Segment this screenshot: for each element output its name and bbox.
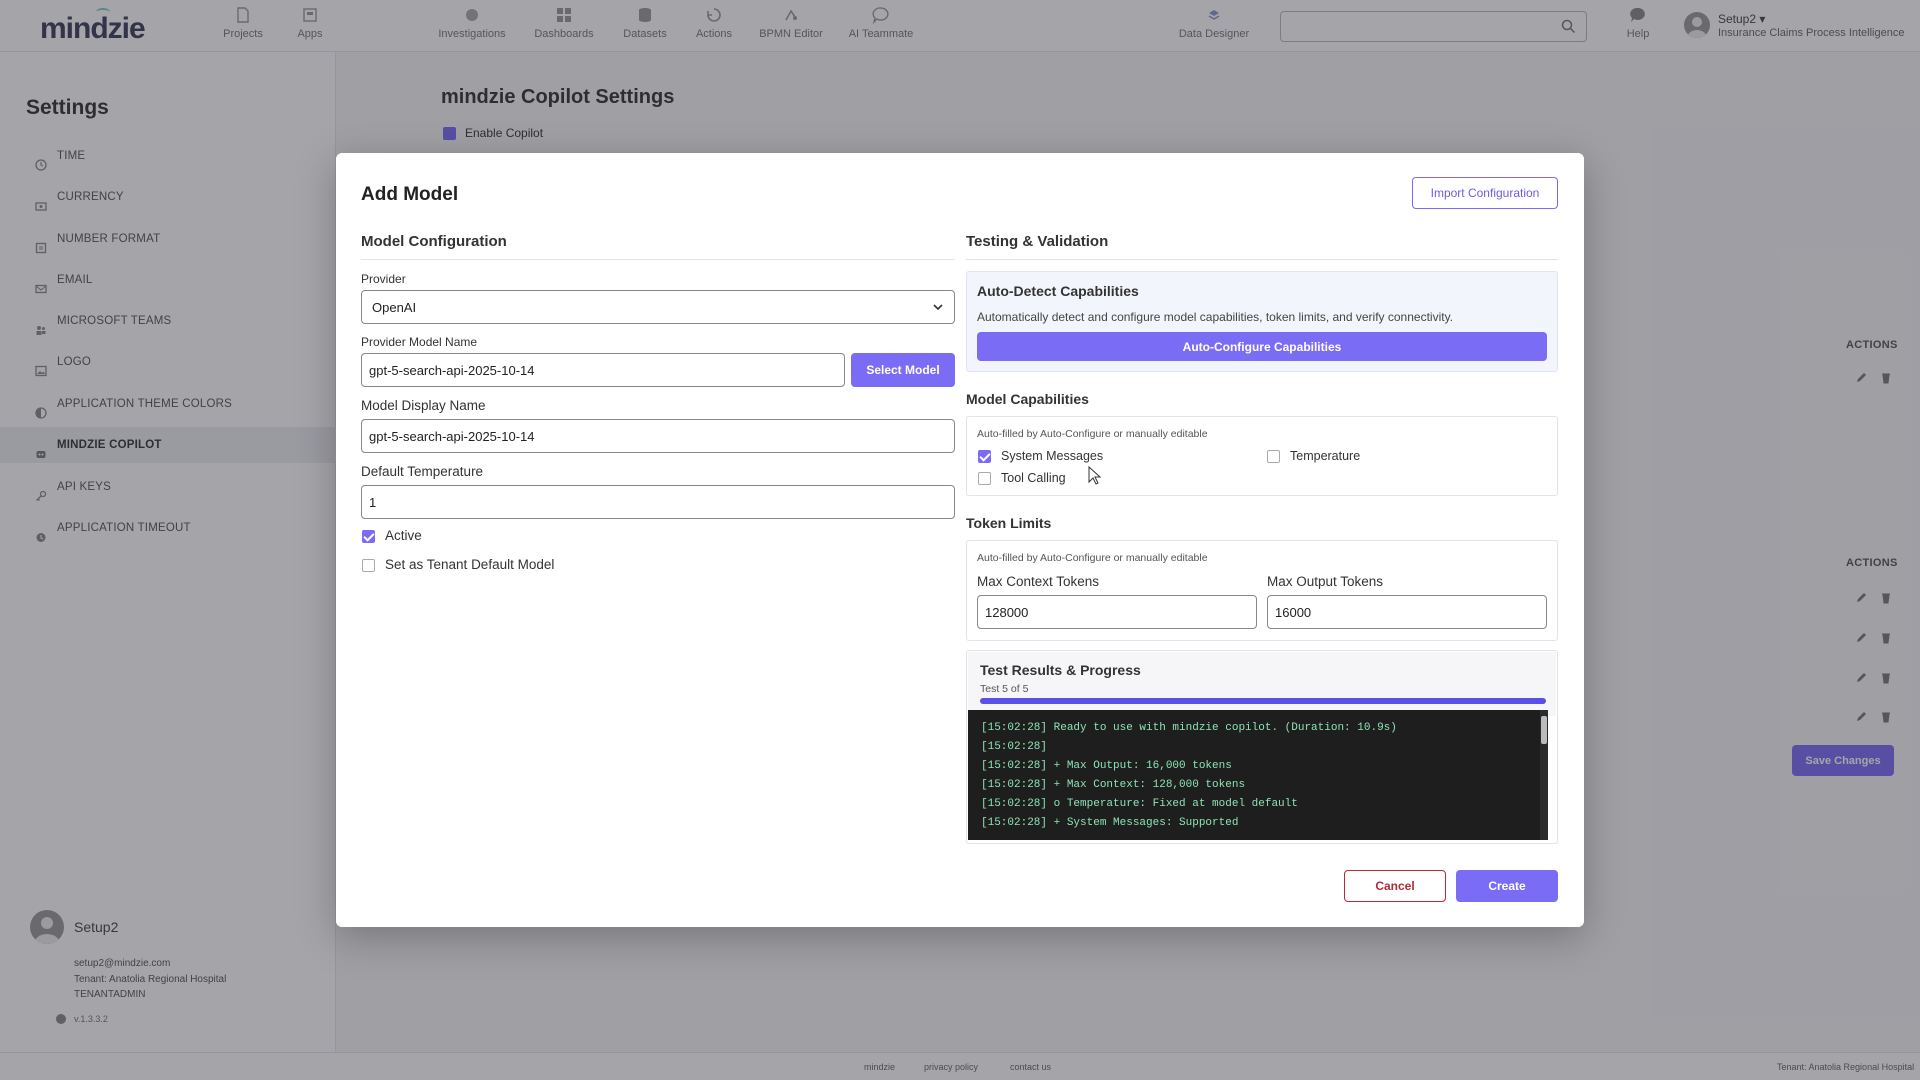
test-results-header: Test Results & Progress Test 5 of 5 — [968, 652, 1556, 716]
select-model-button[interactable]: Select Model — [851, 353, 955, 387]
model-capabilities-card: Auto-filled by Auto-Configure or manuall… — [966, 416, 1558, 496]
tool-calling-label: Tool Calling — [1001, 471, 1066, 485]
log-scrollbar-thumb[interactable] — [1541, 716, 1547, 744]
temperature-capability-label: Temperature — [1290, 449, 1361, 463]
tool-calling-checkbox[interactable] — [978, 472, 991, 485]
test-progress-text: Test 5 of 5 — [980, 683, 1029, 695]
max-output-input[interactable] — [1268, 596, 1546, 628]
create-button[interactable]: Create — [1456, 870, 1558, 902]
tenant-default-label: Set as Tenant Default Model — [385, 557, 555, 572]
auto-detect-card: Auto-Detect Capabilities Automatically d… — [966, 271, 1558, 372]
provider-model-name-label: Provider Model Name — [361, 335, 478, 349]
auto-configure-button[interactable]: Auto-Configure Capabilities — [977, 332, 1547, 361]
system-messages-checkbox[interactable] — [978, 450, 991, 463]
tenant-default-checkbox[interactable] — [362, 559, 375, 572]
system-messages-label: System Messages — [1001, 449, 1104, 463]
auto-detect-title: Auto-Detect Capabilities — [977, 283, 1139, 299]
mouse-cursor-icon — [1088, 466, 1102, 485]
model-configuration-title: Model Configuration — [361, 233, 507, 250]
divider — [966, 259, 1558, 260]
token-limits-hint: Auto-filled by Auto-Configure or manuall… — [977, 552, 1208, 564]
max-context-field[interactable] — [977, 595, 1257, 629]
test-results-title: Test Results & Progress — [980, 662, 1141, 678]
max-context-input[interactable] — [978, 596, 1256, 628]
cancel-button[interactable]: Cancel — [1344, 870, 1446, 902]
model-capabilities-title: Model Capabilities — [966, 391, 1089, 407]
default-temperature-label: Default Temperature — [361, 464, 484, 479]
test-progress-fill — [980, 698, 1546, 704]
chevron-down-icon — [933, 304, 943, 311]
dialog-title: Add Model — [361, 184, 459, 205]
active-label: Active — [385, 528, 422, 543]
log-line: [15:02:28] + Max Context: 128,000 tokens — [981, 779, 1246, 791]
provider-model-name-input[interactable] — [362, 354, 844, 386]
test-results-card: Test Results & Progress Test 5 of 5 [15:… — [966, 650, 1558, 844]
import-configuration-button[interactable]: Import Configuration — [1412, 177, 1558, 209]
provider-model-name-field[interactable] — [361, 353, 845, 387]
provider-selected-value: OpenAI — [372, 300, 417, 315]
add-model-dialog: Add Model Import Configuration Model Con… — [336, 153, 1584, 927]
default-temperature-input[interactable] — [362, 486, 954, 518]
max-output-field[interactable] — [1267, 595, 1547, 629]
token-limits-card: Auto-filled by Auto-Configure or manuall… — [966, 540, 1558, 641]
divider — [361, 259, 955, 260]
capabilities-hint: Auto-filled by Auto-Configure or manuall… — [977, 428, 1208, 440]
log-line: [15:02:28] + System Messages: Supported — [981, 817, 1239, 829]
temperature-capability-checkbox[interactable] — [1267, 450, 1280, 463]
log-scrollbar[interactable] — [1540, 710, 1548, 840]
auto-detect-description: Automatically detect and configure model… — [977, 310, 1454, 324]
active-checkbox[interactable] — [362, 530, 375, 543]
provider-select[interactable]: OpenAI — [361, 290, 955, 324]
model-display-name-label: Model Display Name — [361, 398, 486, 413]
default-temperature-field[interactable] — [361, 485, 955, 519]
log-line: [15:02:28] — [981, 741, 1048, 753]
log-line: [15:02:28] Ready to use with mindzie cop… — [981, 722, 1397, 734]
model-display-name-field[interactable] — [361, 419, 955, 453]
testing-validation-title: Testing & Validation — [966, 233, 1109, 250]
max-context-label: Max Context Tokens — [977, 574, 1100, 589]
log-line: [15:02:28] o Temperature: Fixed at model… — [981, 798, 1298, 810]
max-output-label: Max Output Tokens — [1267, 574, 1384, 589]
test-log-console[interactable]: [15:02:28] Ready to use with mindzie cop… — [968, 710, 1548, 840]
test-progress-bar — [980, 698, 1546, 704]
log-line: [15:02:28] + Max Output: 16,000 tokens — [981, 760, 1232, 772]
model-display-name-input[interactable] — [362, 420, 954, 452]
provider-label: Provider — [361, 272, 406, 286]
token-limits-title: Token Limits — [966, 515, 1052, 531]
